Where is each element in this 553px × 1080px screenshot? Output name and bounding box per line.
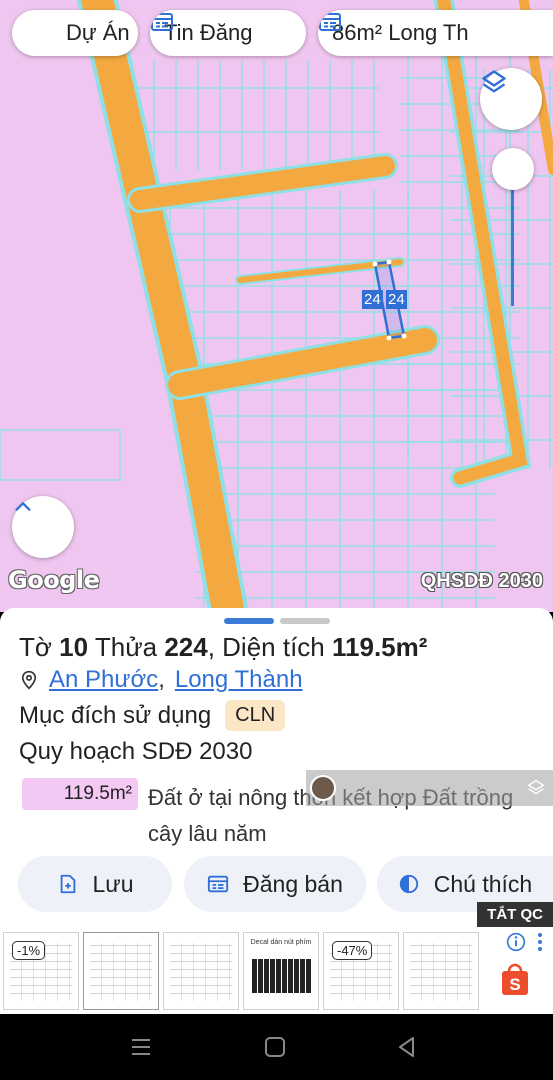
location-pin-icon: [21, 670, 37, 690]
add-document-icon: [60, 874, 75, 894]
plan-label: Quy hoạch SDĐ 2030: [19, 738, 253, 765]
search-chip[interactable]: 86m² Long Th: [318, 10, 553, 56]
back-icon[interactable]: [394, 1034, 420, 1060]
expand-panel-button[interactable]: [12, 496, 74, 558]
ad-info-icon[interactable]: [506, 932, 526, 952]
plot-number: 224: [164, 632, 208, 662]
ad-product-thumb[interactable]: -47%: [323, 932, 399, 1010]
plan-area-chip: 119.5m²: [22, 778, 138, 810]
post-sale-button-label: Đăng bán: [243, 870, 343, 897]
ad-product-title: Decal dán nút phím: [250, 939, 312, 946]
map-layer-label: QHSDĐ 2030: [420, 570, 543, 592]
layers-icon: [482, 70, 506, 93]
layers-button[interactable]: [480, 68, 542, 130]
listing-icon: [208, 875, 229, 893]
contrast-icon: [399, 874, 418, 894]
plot-label: Thửa: [94, 632, 158, 662]
system-nav-bar: [0, 1014, 553, 1080]
purpose-label: Mục đích sử dụng: [19, 701, 212, 729]
ad-product-thumb[interactable]: -1%: [3, 932, 79, 1010]
listing-icon: [151, 13, 173, 31]
plot-title: Tờ 10 Thửa 224, Diện tích 119.5m²: [19, 632, 427, 663]
ward-link[interactable]: An Phước: [49, 666, 158, 694]
map-view[interactable]: 24 24 Dự Án Tin Đăng 86m² Long Th Google…: [0, 0, 553, 612]
opacity-slider-thumb[interactable]: [492, 148, 534, 190]
plot-info-panel: Tờ 10 Thửa 224, Diện tích 119.5m² An Phư…: [0, 608, 553, 928]
close-ads-button[interactable]: TẮT QC: [477, 902, 553, 927]
save-button-label: Lưu: [92, 870, 134, 897]
search-chip-label: 86m² Long Th: [332, 20, 469, 45]
area-value: 119.5m²: [332, 632, 428, 662]
area-label: , Diện tích: [207, 632, 325, 662]
map-canvas[interactable]: [0, 0, 553, 612]
plot-number-label-b: 24: [386, 290, 407, 309]
project-chip-label: Dự Án: [66, 20, 130, 45]
post-sale-button[interactable]: Đăng bán: [184, 856, 366, 912]
panel-page-indicator-active[interactable]: [224, 618, 274, 624]
listing-chip-label: Tin Đăng: [164, 20, 253, 45]
floating-ad-overlay[interactable]: [306, 770, 553, 806]
ad-product-thumb[interactable]: Decal dán nút phím: [243, 932, 319, 1010]
sheet-label: Tờ: [19, 632, 52, 662]
ad-more-icon[interactable]: [536, 932, 544, 952]
ad-product-thumb[interactable]: [83, 932, 159, 1010]
google-logo: Google: [8, 566, 100, 594]
discount-badge: -1%: [12, 941, 46, 960]
panel-page-indicator[interactable]: [280, 618, 330, 624]
location-separator: ,: [158, 666, 165, 693]
shopee-icon[interactable]: S: [500, 962, 530, 996]
recent-apps-icon[interactable]: [128, 1034, 154, 1060]
save-button[interactable]: Lưu: [18, 856, 172, 912]
purpose-code-badge: CLN: [225, 700, 286, 731]
ad-banner[interactable]: -1% Decal dán nút phím -47% S: [0, 928, 553, 1014]
listing-icon: [319, 13, 341, 31]
opacity-slider-track[interactable]: [511, 186, 514, 306]
district-link[interactable]: Long Thành: [175, 666, 303, 694]
purpose-row: Mục đích sử dụng CLN: [19, 700, 286, 731]
ad-product-thumb[interactable]: [163, 932, 239, 1010]
home-icon[interactable]: [262, 1034, 288, 1060]
project-chip[interactable]: Dự Án: [12, 10, 138, 56]
svg-text:S: S: [509, 975, 520, 994]
listing-chip[interactable]: Tin Đăng: [150, 10, 306, 56]
legend-button-label: Chú thích: [433, 870, 533, 897]
ad-product-thumb[interactable]: [403, 932, 479, 1010]
ad-avatar: [310, 775, 336, 801]
plot-number-label-a: 24: [362, 290, 383, 309]
layers-icon: [527, 779, 545, 795]
location-row: An Phước, Long Thành: [19, 666, 303, 694]
discount-badge: -47%: [332, 941, 373, 960]
sheet-number: 10: [59, 632, 89, 662]
chevron-up-icon: [15, 502, 31, 511]
